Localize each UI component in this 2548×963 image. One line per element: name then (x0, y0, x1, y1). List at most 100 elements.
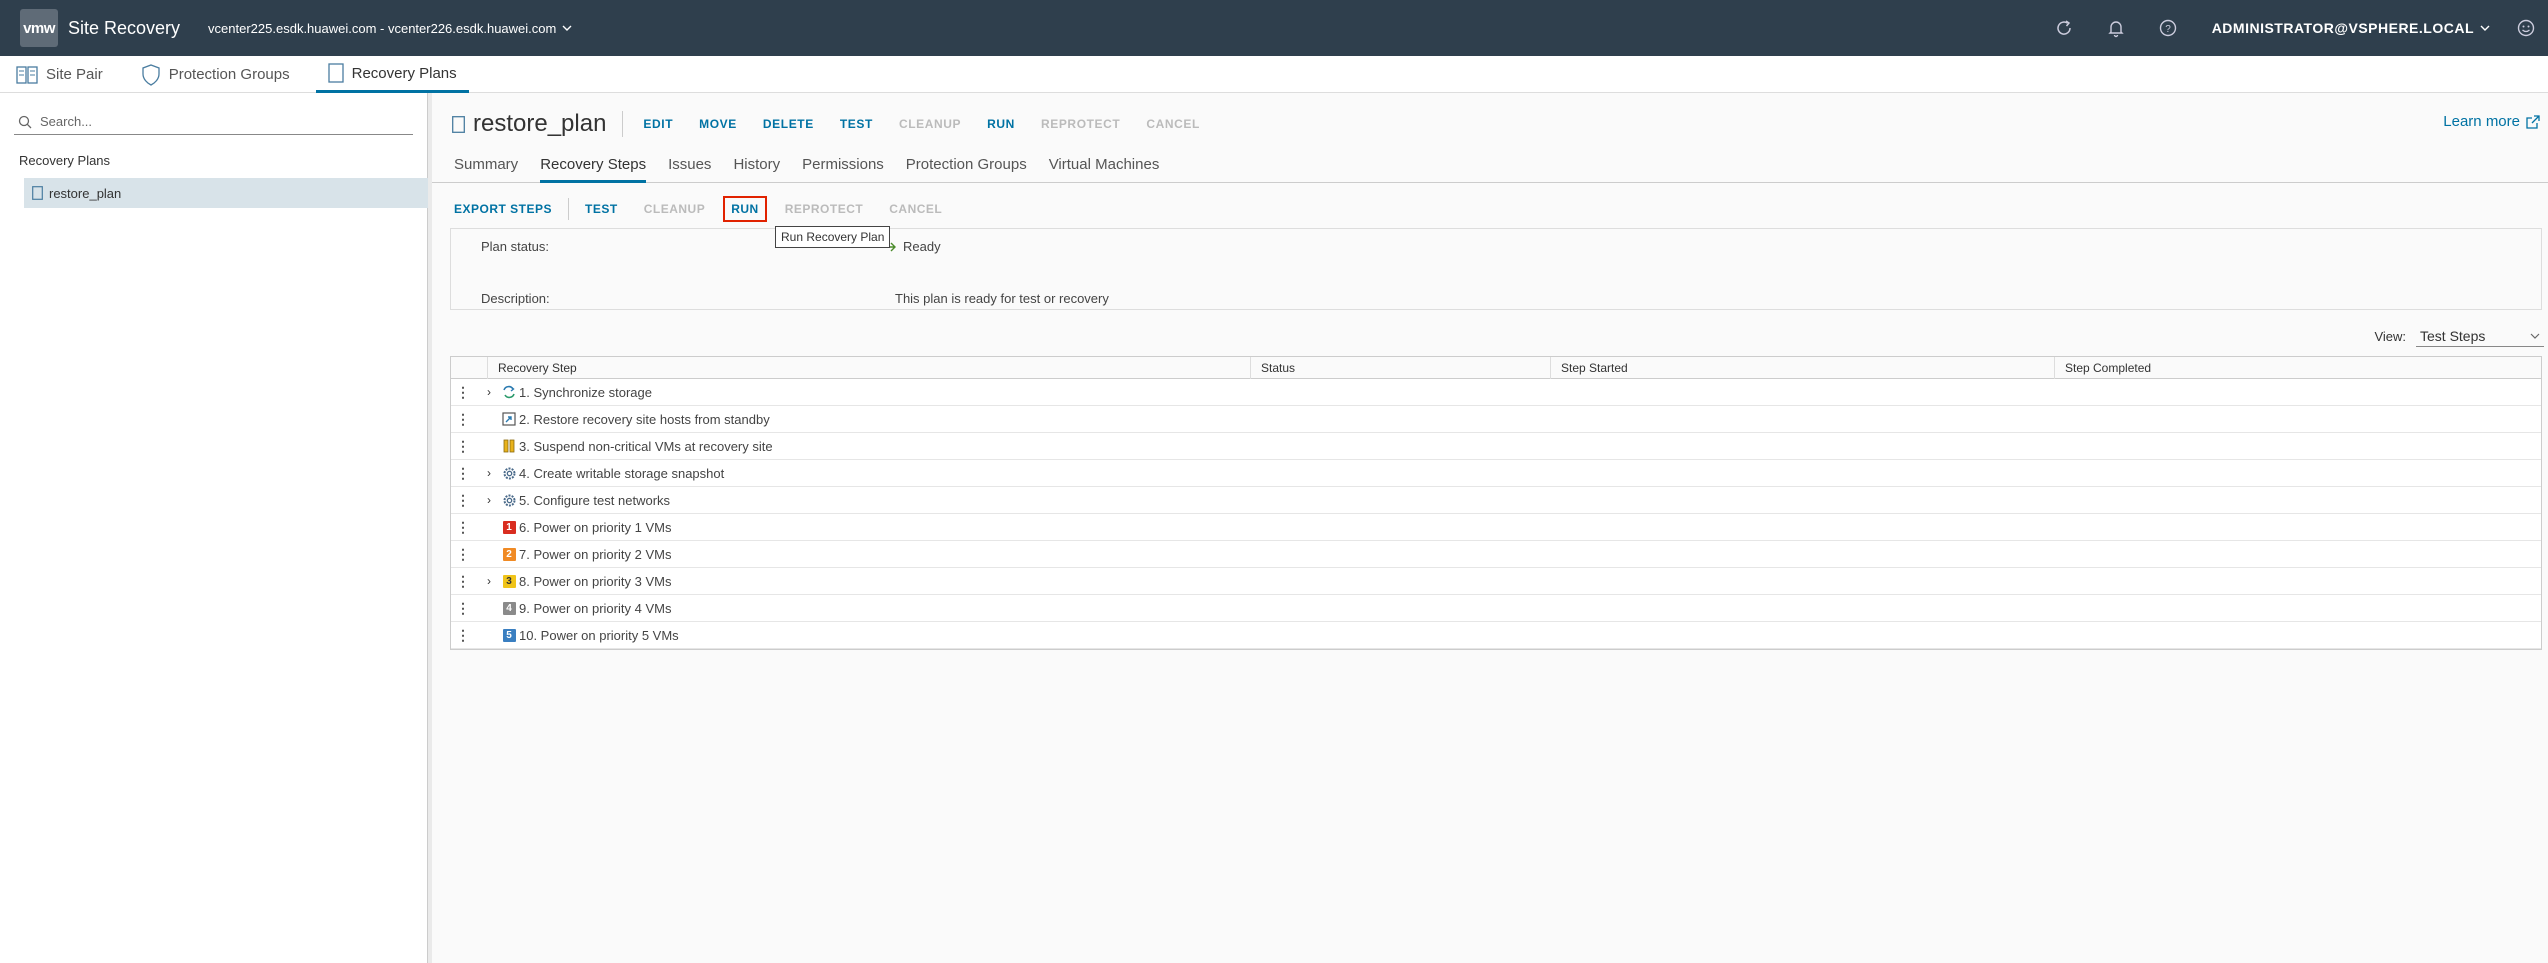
plan-icon (327, 63, 344, 83)
sidebar-item-label: restore_plan (49, 185, 122, 201)
step-label: 1. Synchronize storage (519, 384, 652, 400)
expand-icon[interactable]: › (487, 493, 499, 507)
steps-toolbar: EXPORT STEPS TEST CLEANUP RUN REPROTECT … (454, 196, 942, 222)
row-menu-icon[interactable]: ⋮ (451, 573, 475, 590)
expand-icon[interactable]: › (487, 574, 499, 588)
vmware-logo: vmw (20, 9, 58, 47)
sidebar-item-restore-plan[interactable]: restore_plan (24, 178, 428, 208)
site-pair-selector[interactable]: vcenter225.esdk.huawei.com - vcenter226.… (208, 21, 572, 36)
search-placeholder: Search... (40, 114, 93, 129)
tab-label: Protection Groups (168, 66, 290, 83)
bell-icon[interactable] (2090, 0, 2142, 56)
run-button[interactable]: RUN (987, 117, 1015, 131)
tab-issues[interactable]: Issues (668, 155, 711, 183)
tab-protection-groups[interactable]: Protection Groups (906, 155, 1027, 183)
column-recovery-step[interactable]: Recovery Step (487, 356, 1250, 379)
test-button[interactable]: TEST (585, 202, 618, 216)
cleanup-button[interactable]: CLEANUP (899, 117, 961, 131)
run-button[interactable]: RUN (723, 196, 767, 222)
cancel-button[interactable]: CANCEL (889, 202, 942, 216)
edit-button[interactable]: EDIT (643, 117, 673, 131)
table-row[interactable]: ⋮ 3. Suspend non-critical VMs at recover… (451, 433, 2541, 460)
cancel-button[interactable]: CANCEL (1146, 117, 1200, 131)
table-row[interactable]: ⋮ › 3 8. Power on priority 3 VMs (451, 568, 2541, 595)
delete-button[interactable]: DELETE (763, 117, 814, 131)
plan-header: restore_plan EDIT MOVE DELETE TEST CLEAN… (452, 107, 1200, 141)
chevron-down-icon (2530, 333, 2540, 339)
tab-virtual-machines[interactable]: Virtual Machines (1049, 155, 1160, 183)
column-status[interactable]: Status (1250, 356, 1550, 379)
view-dropdown[interactable]: Test Steps (2416, 325, 2544, 347)
tab-protection-groups[interactable]: Protection Groups (129, 56, 302, 93)
help-icon[interactable]: ? (2142, 0, 2194, 56)
row-menu-icon[interactable]: ⋮ (451, 519, 475, 536)
svg-text:?: ? (2165, 24, 2171, 35)
plan-icon (452, 115, 465, 133)
priority-badge: 4 (502, 601, 516, 615)
move-button[interactable]: MOVE (699, 117, 737, 131)
column-step-started[interactable]: Step Started (1550, 356, 2054, 379)
row-menu-icon[interactable]: ⋮ (451, 546, 475, 563)
table-row[interactable]: ⋮ › 4. Create writable storage snapshot (451, 460, 2541, 487)
test-button[interactable]: TEST (840, 117, 873, 131)
export-steps-button[interactable]: EXPORT STEPS (454, 202, 552, 216)
tab-permissions[interactable]: Permissions (802, 155, 884, 183)
cleanup-button[interactable]: CLEANUP (644, 202, 706, 216)
search-field[interactable]: Search... (14, 109, 413, 135)
table-row[interactable]: ⋮ 5 10. Power on priority 5 VMs (451, 622, 2541, 649)
external-link-icon (2526, 114, 2540, 129)
suspend-icon (501, 439, 517, 453)
smiley-icon[interactable] (2504, 0, 2548, 56)
chevron-down-icon (2480, 25, 2490, 31)
column-step-completed[interactable]: Step Completed (2054, 356, 2541, 379)
row-menu-icon[interactable]: ⋮ (451, 492, 475, 509)
tab-label: Site Pair (46, 66, 103, 83)
tab-history[interactable]: History (733, 155, 780, 183)
main-nav: Site Pair Protection Groups Recovery Pla… (0, 56, 2548, 93)
run-tooltip: Run Recovery Plan (775, 226, 891, 248)
tab-recovery-steps[interactable]: Recovery Steps (540, 155, 647, 183)
gear-icon (501, 466, 517, 480)
user-menu[interactable]: Administrator@VSPHERE.LOCAL (2212, 20, 2490, 36)
plan-icon (32, 186, 43, 200)
sub-tabs: Summary Recovery Steps Issues History Pe… (432, 155, 2548, 183)
view-label: View: (2374, 328, 2406, 344)
plan-status-value: Ready (903, 239, 941, 254)
row-menu-icon[interactable]: ⋮ (451, 411, 475, 428)
tab-recovery-plans[interactable]: Recovery Plans (315, 56, 469, 93)
table-row[interactable]: ⋮ › 5. Configure test networks (451, 487, 2541, 514)
table-row[interactable]: ⋮ 2. Restore recovery site hosts from st… (451, 406, 2541, 433)
tab-site-pair[interactable]: Site Pair (4, 56, 115, 93)
reprotect-button[interactable]: REPROTECT (785, 202, 864, 216)
tab-label: Recovery Plans (351, 64, 457, 82)
learn-more-label: Learn more (2443, 113, 2520, 130)
page-title: restore_plan (473, 110, 607, 137)
table-row[interactable]: ⋮ 4 9. Power on priority 4 VMs (451, 595, 2541, 622)
main-panel: restore_plan EDIT MOVE DELETE TEST CLEAN… (432, 93, 2548, 963)
expand-icon[interactable]: › (487, 466, 499, 480)
learn-more-link[interactable]: Learn more (2443, 113, 2540, 130)
step-label: 6. Power on priority 1 VMs (519, 519, 672, 535)
row-menu-icon[interactable]: ⋮ (451, 600, 475, 617)
divider (568, 198, 570, 220)
priority-badge: 5 (502, 628, 516, 642)
row-menu-icon[interactable]: ⋮ (451, 438, 475, 455)
view-selector: View: Test Steps (2374, 325, 2544, 347)
chevron-down-icon (562, 25, 572, 31)
row-menu-icon[interactable]: ⋮ (451, 627, 475, 644)
tab-summary[interactable]: Summary (454, 155, 518, 183)
reprotect-button[interactable]: REPROTECT (1041, 117, 1120, 131)
table-row[interactable]: ⋮ 2 7. Power on priority 2 VMs (451, 541, 2541, 568)
refresh-icon[interactable] (2038, 0, 2090, 56)
recovery-steps-grid: Recovery Step Status Step Started Step C… (450, 356, 2542, 650)
table-row[interactable]: ⋮ 1 6. Power on priority 1 VMs (451, 514, 2541, 541)
plan-actions: EDIT MOVE DELETE TEST CLEANUP RUN REPROT… (622, 111, 1200, 137)
row-menu-icon[interactable]: ⋮ (451, 465, 475, 482)
step-label: 9. Power on priority 4 VMs (519, 600, 672, 616)
expand-icon[interactable]: › (487, 385, 499, 399)
search-icon (18, 115, 32, 128)
description-label: Description: (481, 291, 550, 306)
host-restore-icon (501, 412, 517, 426)
row-menu-icon[interactable]: ⋮ (451, 384, 475, 401)
table-row[interactable]: ⋮ › 1. Synchronize storage (451, 379, 2541, 406)
